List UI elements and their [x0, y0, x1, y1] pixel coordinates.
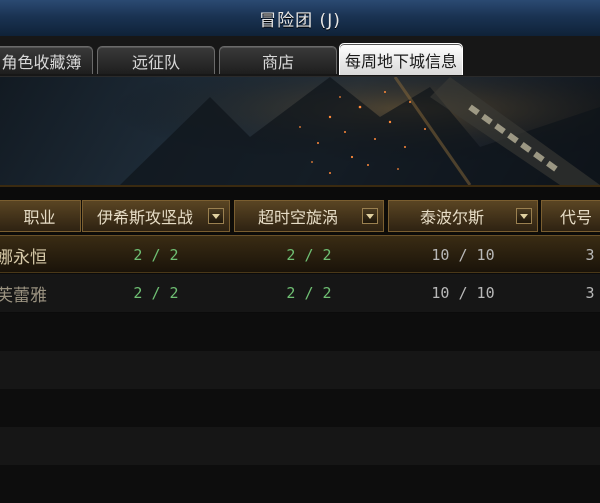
tab-strip: 角色收藏簿 远征队 商店 每周地下城信息: [0, 36, 600, 76]
column-header-tayberrs[interactable]: 泰波尔斯: [388, 200, 538, 232]
empty-row: [0, 351, 600, 389]
column-header-label: 泰波尔斯: [419, 208, 484, 227]
tab-weekly-dungeon-info[interactable]: 每周地下城信息: [339, 43, 463, 75]
dropdown-arrow-icon[interactable]: [362, 208, 378, 224]
tab-label: 商店: [261, 52, 294, 72]
column-header-label: 超时空旋涡: [257, 208, 338, 227]
window-title: 冒险团 (J): [259, 10, 341, 31]
empty-row: [0, 389, 600, 427]
character-name: 娜永恒: [0, 247, 47, 268]
column-header-label: 伊希斯攻坚战: [96, 208, 193, 227]
dropdown-arrow-icon[interactable]: [208, 208, 224, 224]
column-header-label: 职业: [23, 208, 56, 227]
vortex-count: 2 / 2: [286, 246, 332, 264]
banner-illustration: [0, 77, 600, 185]
tayberrs-count: 10 / 10: [431, 284, 495, 302]
column-header-class[interactable]: 职业: [0, 200, 81, 232]
isis-count: 2 / 2: [133, 284, 179, 302]
character-name: 芙蕾雅: [0, 285, 47, 306]
tab-shop[interactable]: 商店: [219, 46, 337, 74]
window-title-bar[interactable]: 冒险团 (J): [0, 0, 600, 37]
empty-row: [0, 465, 600, 503]
isis-count: 2 / 2: [133, 246, 179, 264]
column-header-codename[interactable]: 代号: [541, 200, 600, 232]
tab-expedition[interactable]: 远征队: [97, 46, 215, 74]
empty-row: [0, 427, 600, 465]
column-header-time-vortex[interactable]: 超时空旋涡: [234, 200, 384, 232]
table-row[interactable]: 芙蕾雅 2 / 2 2 / 2 10 / 10 3: [0, 274, 600, 312]
codename-count: 3: [585, 246, 595, 264]
dropdown-arrow-icon[interactable]: [516, 208, 532, 224]
banner-art: [0, 76, 600, 187]
tab-label: 远征队: [131, 52, 180, 72]
empty-row: [0, 313, 600, 351]
tab-label: 每周地下城信息: [344, 51, 457, 71]
column-header-isis[interactable]: 伊希斯攻坚战: [82, 200, 230, 232]
table-row[interactable]: 娜永恒 2 / 2 2 / 2 10 / 10 3: [0, 235, 600, 273]
tayberrs-count: 10 / 10: [431, 246, 495, 264]
vortex-count: 2 / 2: [286, 284, 332, 302]
codename-count: 3: [585, 284, 595, 302]
tab-label: 角色收藏簿: [1, 52, 82, 72]
table-header: 职业 伊希斯攻坚战 超时空旋涡 泰波尔斯 代号: [0, 200, 600, 234]
column-header-label: 代号: [559, 208, 592, 227]
tab-character-collection[interactable]: 角色收藏簿: [0, 46, 93, 74]
